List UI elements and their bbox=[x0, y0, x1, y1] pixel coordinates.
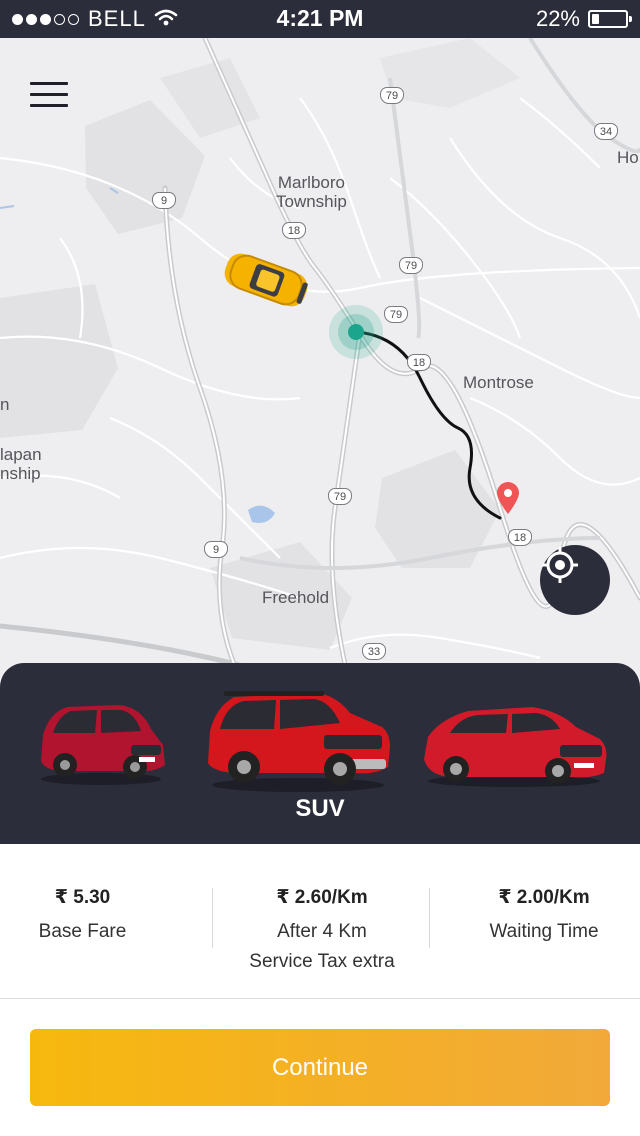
route-shield: 79 bbox=[380, 87, 404, 104]
fare-divider bbox=[212, 888, 213, 948]
locate-me-button[interactable] bbox=[540, 545, 610, 615]
route-shield: 9 bbox=[204, 541, 228, 558]
status-right: 22% bbox=[535, 6, 632, 32]
route-shield: 34 bbox=[594, 123, 618, 140]
battery-tip bbox=[629, 16, 632, 22]
crosshair-icon bbox=[542, 547, 578, 583]
route-shield: 33 bbox=[362, 643, 386, 660]
fare-value: ₹ 2.00/Km bbox=[498, 887, 590, 908]
battery-percent: 22% bbox=[535, 6, 580, 31]
fare-details: ₹ 5.30 Base Fare ₹ 2.60/Km After 4 Km Se… bbox=[0, 844, 640, 999]
fare-base: ₹ 5.30 Base Fare bbox=[0, 886, 165, 947]
hatchback-car-option-left[interactable] bbox=[35, 701, 167, 792]
place-label: n bbox=[0, 395, 10, 414]
fare-note: Service Tax extra bbox=[249, 951, 395, 972]
place-label: Ho bbox=[617, 148, 639, 167]
fare-divider bbox=[429, 888, 430, 948]
hatchback-car-option-right[interactable] bbox=[420, 703, 608, 794]
route-shield: 18 bbox=[508, 529, 532, 546]
battery-fill bbox=[592, 14, 599, 24]
route-shield: 79 bbox=[328, 488, 352, 505]
route-shield: 18 bbox=[282, 222, 306, 239]
fare-label: After 4 Km bbox=[277, 921, 367, 942]
place-label: Marlboro Township bbox=[276, 173, 347, 211]
fare-label: Waiting Time bbox=[489, 921, 599, 942]
fare-value: ₹ 5.30 bbox=[54, 887, 111, 908]
route-shield: 9 bbox=[152, 192, 176, 209]
selected-vehicle-label: SUV bbox=[295, 795, 345, 822]
status-bar: BELL 4:21 PM 22% bbox=[0, 0, 640, 38]
route-shield: 79 bbox=[384, 306, 408, 323]
place-label: Freehold bbox=[262, 588, 330, 607]
route-shield: 18 bbox=[407, 354, 431, 371]
place-label: lapan nship bbox=[0, 445, 42, 483]
map-view[interactable]: Marlboro Township Montrose Freehold lapa… bbox=[0, 38, 640, 678]
fare-per-km: ₹ 2.60/Km After 4 Km Service Tax extra bbox=[222, 886, 422, 977]
suv-car-option-selected[interactable] bbox=[204, 687, 392, 800]
place-label: Montrose bbox=[463, 373, 534, 392]
continue-button[interactable]: Continue bbox=[30, 1029, 610, 1106]
route-shield: 79 bbox=[399, 257, 423, 274]
battery-icon bbox=[588, 10, 632, 28]
fare-value: ₹ 2.60/Km bbox=[276, 887, 368, 908]
vehicle-selector-panel: SUV bbox=[0, 663, 640, 844]
fare-label: Base Fare bbox=[38, 921, 127, 942]
fare-waiting: ₹ 2.00/Km Waiting Time bbox=[448, 886, 640, 947]
hamburger-menu-icon[interactable] bbox=[30, 82, 68, 108]
